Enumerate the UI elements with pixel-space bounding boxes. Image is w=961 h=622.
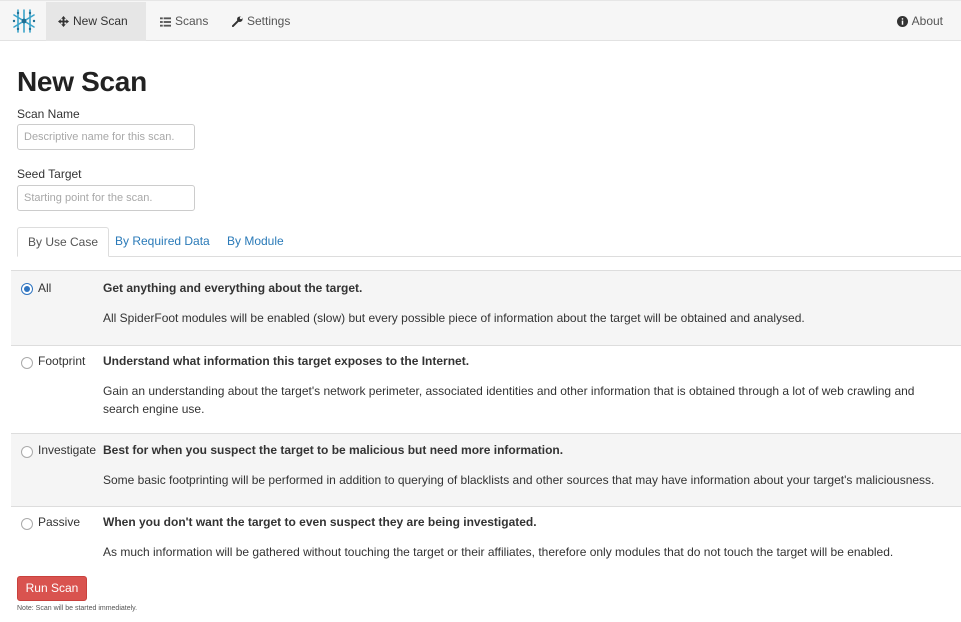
use-case-heading: When you don't want the target to even s… bbox=[103, 515, 537, 529]
nav-settings-label: Settings bbox=[247, 14, 291, 28]
spiderfoot-logo-icon[interactable] bbox=[10, 7, 38, 35]
module-selection-tabs: By Use Case By Required Data By Module bbox=[17, 227, 961, 257]
use-case-heading: Get anything and everything about the ta… bbox=[103, 281, 363, 295]
scan-name-input[interactable] bbox=[17, 124, 195, 150]
use-case-investigate[interactable]: Investigate Best for when you suspect th… bbox=[11, 433, 961, 506]
wrench-icon bbox=[231, 4, 243, 43]
use-case-heading: Understand what information this target … bbox=[103, 354, 470, 368]
nav-settings[interactable]: Settings bbox=[220, 2, 300, 41]
use-case-description: All SpiderFoot modules will be enabled (… bbox=[103, 311, 805, 325]
run-scan-note: Note: Scan will be started immediately. bbox=[17, 605, 138, 612]
nav-scans[interactable]: Scans bbox=[148, 2, 220, 41]
use-case-radio-passive[interactable] bbox=[21, 518, 33, 530]
tab-by-use-case[interactable]: By Use Case bbox=[17, 227, 110, 257]
tab-by-required-data[interactable]: By Required Data bbox=[105, 227, 220, 257]
use-case-passive[interactable]: Passive When you don't want the target t… bbox=[11, 506, 961, 570]
seed-target-label: Seed Target bbox=[17, 167, 82, 181]
use-case-radio-footprint[interactable] bbox=[21, 357, 33, 369]
move-icon bbox=[58, 4, 69, 43]
nav-new-scan[interactable]: New Scan bbox=[46, 2, 146, 41]
nav-scans-label: Scans bbox=[175, 14, 209, 28]
list-icon bbox=[160, 4, 171, 43]
top-navbar: New Scan Scans Settings About bbox=[0, 0, 961, 41]
info-icon bbox=[896, 4, 908, 43]
nav-about-label: About bbox=[911, 14, 943, 28]
use-case-heading: Best for when you suspect the target to … bbox=[103, 443, 564, 457]
seed-target-input[interactable] bbox=[17, 185, 195, 211]
scan-name-label: Scan Name bbox=[17, 107, 80, 121]
nav-new-scan-label: New Scan bbox=[73, 14, 128, 28]
tab-by-module[interactable]: By Module bbox=[217, 227, 294, 257]
use-case-all[interactable]: All Get anything and everything about th… bbox=[11, 270, 961, 345]
use-case-description: Gain an understanding about the target's… bbox=[103, 384, 915, 416]
use-case-footprint[interactable]: Footprint Understand what information th… bbox=[11, 345, 961, 433]
use-case-description: As much information will be gathered wit… bbox=[103, 545, 894, 559]
nav-about[interactable]: About bbox=[885, 2, 955, 41]
use-case-name: Investigate bbox=[38, 443, 97, 457]
use-case-radio-investigate[interactable] bbox=[21, 446, 33, 458]
use-case-name: Footprint bbox=[38, 354, 86, 368]
page-title: New Scan bbox=[17, 66, 147, 97]
run-scan-button[interactable]: Run Scan bbox=[17, 576, 87, 601]
use-case-name: All bbox=[38, 281, 52, 295]
use-case-description: Some basic footprinting will be performe… bbox=[103, 473, 935, 487]
use-case-radio-all[interactable] bbox=[21, 283, 33, 295]
use-case-name: Passive bbox=[38, 515, 81, 529]
